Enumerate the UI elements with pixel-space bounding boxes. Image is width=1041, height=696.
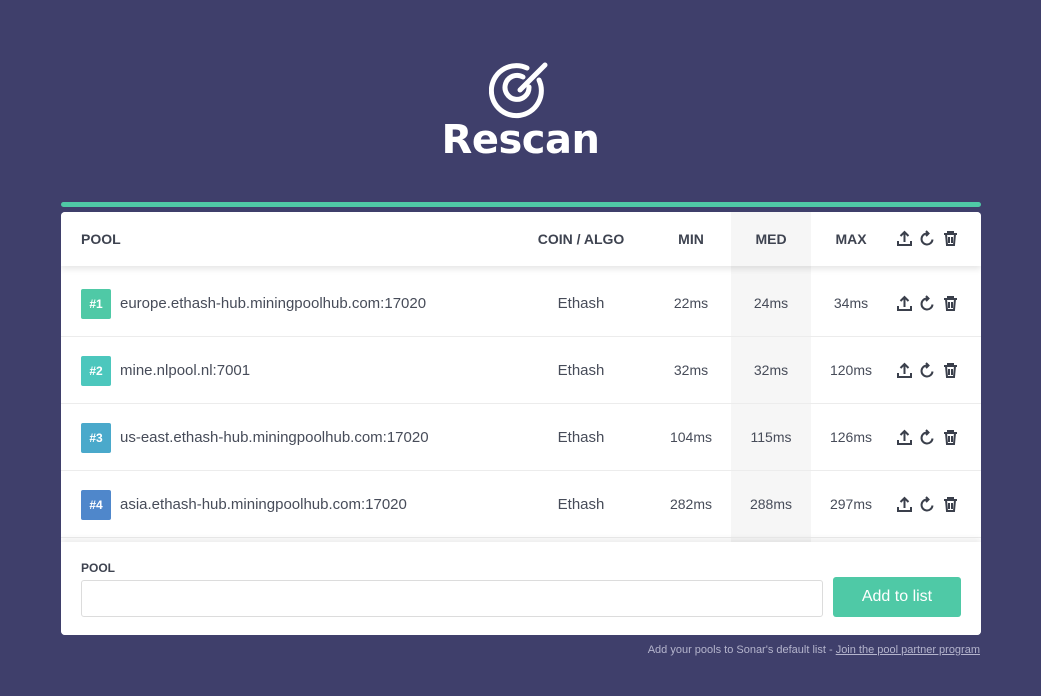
coin-algo: Ethash xyxy=(557,295,605,312)
header-min: MIN xyxy=(678,231,704,247)
trash-all-icon[interactable] xyxy=(942,230,959,247)
min-latency: 22ms xyxy=(673,295,709,311)
partner-note: Add your pools to Sonar's default list -… xyxy=(648,644,980,656)
coin-algo: Ethash xyxy=(557,362,605,379)
refresh-icon[interactable] xyxy=(919,496,936,513)
max-latency: 126ms xyxy=(829,429,873,445)
row-actions xyxy=(896,362,959,379)
table-row: #2 mine.nlpool.nl:7001 Ethash 32ms 32ms … xyxy=(61,337,981,404)
trash-icon[interactable] xyxy=(942,429,959,446)
refresh-icon[interactable] xyxy=(919,362,936,379)
pool-host: mine.nlpool.nl:7001 xyxy=(120,362,251,379)
row-actions xyxy=(896,429,959,446)
rank-badge: #4 xyxy=(81,490,111,520)
table-row: #1 europe.ethash-hub.miningpoolhub.com:1… xyxy=(61,270,981,337)
add-pool-form: POOL Add to list xyxy=(61,542,981,635)
row-actions xyxy=(896,295,959,312)
row-actions xyxy=(896,496,959,513)
upload-icon[interactable] xyxy=(896,496,913,513)
refresh-icon[interactable] xyxy=(919,429,936,446)
med-latency: 32ms xyxy=(753,362,789,378)
refresh-all-icon[interactable] xyxy=(919,230,936,247)
table-row: #3 us-east.ethash-hub.miningpoolhub.com:… xyxy=(61,404,981,471)
trash-icon[interactable] xyxy=(942,295,959,312)
max-latency: 120ms xyxy=(829,362,873,378)
min-latency: 104ms xyxy=(669,429,713,445)
pool-host: asia.ethash-hub.miningpoolhub.com:17020 xyxy=(120,496,407,513)
header-actions xyxy=(896,230,959,247)
coin-algo: Ethash xyxy=(557,429,605,446)
partner-program-link[interactable]: Join the pool partner program xyxy=(836,644,980,656)
rank-badge: #1 xyxy=(81,289,111,319)
med-latency: 115ms xyxy=(750,429,792,445)
partner-text: Add your pools to Sonar's default list - xyxy=(647,644,836,656)
trash-icon[interactable] xyxy=(942,362,959,379)
header-coin-algo: COIN / ALGO xyxy=(537,231,625,247)
upload-icon[interactable] xyxy=(896,362,913,379)
rank-badge: #2 xyxy=(81,356,111,386)
pool-host: us-east.ethash-hub.miningpoolhub.com:170… xyxy=(120,429,429,446)
max-latency: 34ms xyxy=(833,295,869,311)
min-latency: 282ms xyxy=(669,496,713,512)
max-latency: 297ms xyxy=(829,496,873,512)
pool-table-card: POOL COIN / ALGO MIN MED MAX #1 europe.e… xyxy=(61,212,981,635)
header-pool: POOL xyxy=(81,231,121,247)
header-max: MAX xyxy=(835,231,867,247)
pool-input[interactable] xyxy=(81,580,823,617)
trash-icon[interactable] xyxy=(942,496,959,513)
pool-input-label: POOL xyxy=(81,561,116,575)
add-to-list-button[interactable]: Add to list xyxy=(833,577,961,617)
radar-target-icon xyxy=(489,62,548,119)
refresh-icon[interactable] xyxy=(919,295,936,312)
table-row: #4 asia.ethash-hub.miningpoolhub.com:170… xyxy=(61,471,981,538)
table-header: POOL COIN / ALGO MIN MED MAX xyxy=(61,212,981,266)
accent-bar xyxy=(61,202,981,207)
upload-icon[interactable] xyxy=(896,295,913,312)
pool-host: europe.ethash-hub.miningpoolhub.com:1702… xyxy=(120,295,427,312)
med-latency: 24ms xyxy=(753,295,789,311)
min-latency: 32ms xyxy=(673,362,709,378)
header-med: MED xyxy=(731,212,811,266)
upload-icon[interactable] xyxy=(896,429,913,446)
coin-algo: Ethash xyxy=(557,496,605,513)
brand-title: Rescan xyxy=(441,117,600,163)
upload-all-icon[interactable] xyxy=(896,230,913,247)
rank-badge: #3 xyxy=(81,423,111,453)
med-latency: 288ms xyxy=(749,496,793,512)
